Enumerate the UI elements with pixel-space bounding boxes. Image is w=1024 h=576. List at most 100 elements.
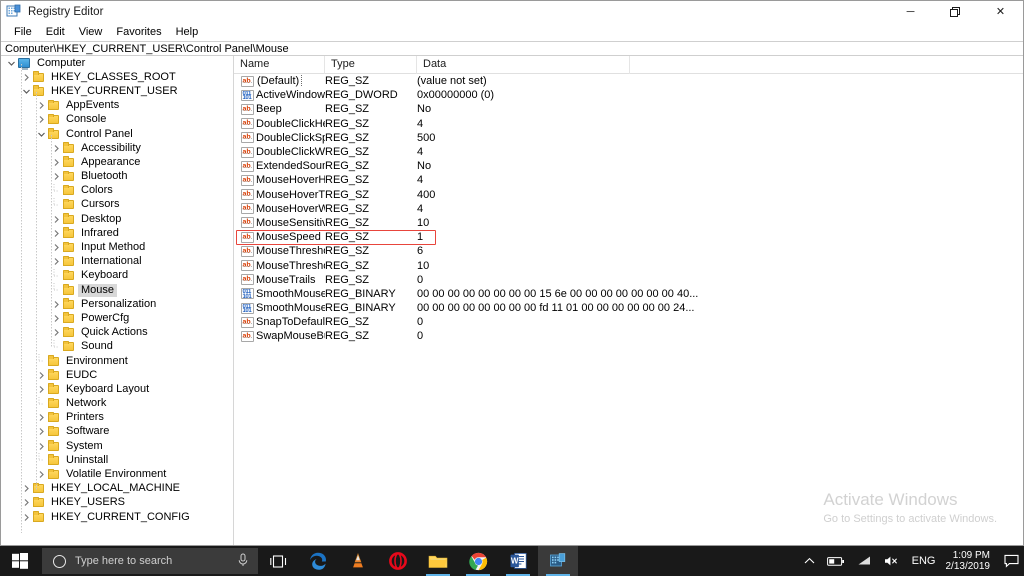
value-name: ActiveWindowTr... <box>256 89 325 102</box>
string-value-icon: ab <box>240 75 254 87</box>
menu-file[interactable]: File <box>7 25 39 39</box>
registry-values-pane[interactable]: Name Type Data ab (Default) REG_SZ (value n… <box>234 56 1023 545</box>
string-value-icon: ab <box>240 189 254 201</box>
registry-value-row[interactable]: abDoubleClickHei...REG_SZ 4 <box>234 117 1023 131</box>
window-controls: ─ ✕ <box>888 1 1023 23</box>
close-button[interactable]: ✕ <box>978 1 1023 23</box>
system-tray: ENG 1:09 PM 2/13/2019 <box>798 546 1024 576</box>
folder-icon <box>48 440 59 451</box>
value-data: 10 <box>417 259 430 272</box>
cortana-circle-icon <box>53 554 66 568</box>
wifi-icon[interactable] <box>851 555 878 567</box>
binary-value-icon <box>240 89 254 101</box>
value-name: MouseThreshold1 <box>256 245 325 258</box>
registry-editor-icon <box>6 4 22 20</box>
string-value-icon: ab <box>240 245 254 257</box>
column-header-name[interactable]: Name <box>234 56 325 74</box>
value-type: REG_BINARY <box>325 302 396 315</box>
registry-value-row[interactable]: ab (Default) REG_SZ (value not set) <box>234 74 1023 88</box>
registry-value-row[interactable]: ab MouseSpeed REG_SZ 1 <box>234 230 1023 244</box>
microsoft-word-icon[interactable]: W <box>498 546 538 576</box>
value-type: REG_SZ <box>325 103 370 116</box>
registry-value-row[interactable]: abMouseHoverWi...REG_SZ 4 <box>234 202 1023 216</box>
search-input[interactable]: Type here to search <box>42 548 258 574</box>
registry-value-row[interactable]: ab MouseTrails REG_SZ 0 <box>234 273 1023 287</box>
folder-icon <box>63 184 74 196</box>
value-data: 4 <box>417 202 424 215</box>
registry-value-row[interactable]: abMouseThreshold2REG_SZ 10 <box>234 258 1023 272</box>
column-header-type[interactable]: Type <box>325 56 417 74</box>
microsoft-edge-icon[interactable] <box>298 546 338 576</box>
opera-browser-icon[interactable] <box>378 546 418 576</box>
string-value-icon: ab <box>240 160 254 172</box>
value-name: SmoothMouseY... <box>256 302 325 315</box>
menu-view[interactable]: View <box>72 25 110 39</box>
tree-item-hkey-classes-root[interactable]: HKEY_CLASSES_ROOT <box>1 70 233 84</box>
windows-taskbar: Type here to search W ENG 1:09 PM 2/13/2… <box>0 546 1024 576</box>
windows-start-icon[interactable] <box>0 546 40 576</box>
value-data: 00 00 00 00 00 00 00 00 fd 11 01 00 00 0… <box>417 302 695 315</box>
registry-value-row[interactable]: ActiveWindowTr...REG_DWORD 0x00000000 (0) <box>234 88 1023 102</box>
folder-icon <box>63 170 74 182</box>
registry-value-row[interactable]: abSwapMouseButt...REG_SZ 0 <box>234 329 1023 343</box>
tree-item-label: Control Panel <box>66 127 133 140</box>
language-indicator[interactable]: ENG <box>906 555 942 567</box>
registry-value-row[interactable]: abMouseSensitivityREG_SZ 10 <box>234 216 1023 230</box>
google-chrome-icon[interactable] <box>458 546 498 576</box>
tree-item-label: Desktop <box>81 212 122 225</box>
vlc-media-player-icon[interactable] <box>338 546 378 576</box>
chevron-down-icon[interactable] <box>5 59 18 68</box>
tree-item-hkey-current-config[interactable]: HKEY_CURRENT_CONFIG <box>1 510 233 524</box>
value-data: No <box>417 103 432 116</box>
window-title: Registry Editor <box>28 6 104 18</box>
registry-value-row[interactable]: SmoothMouseY...REG_BINARY 00 00 00 00 00 … <box>234 301 1023 315</box>
tree-item-label: HKEY_USERS <box>51 496 125 509</box>
string-value-icon: ab <box>240 260 254 272</box>
folder-icon <box>48 411 59 423</box>
value-name: DoubleClickSpeed <box>256 131 325 144</box>
column-header-data[interactable]: Data <box>417 56 630 74</box>
tree-item-label: Sound <box>81 340 113 353</box>
registry-value-row[interactable]: abMouseHoverHei...REG_SZ 4 <box>234 173 1023 187</box>
folder-icon <box>63 255 74 267</box>
speaker-muted-icon[interactable] <box>878 555 906 567</box>
microphone-icon[interactable] <box>237 553 249 570</box>
registry-value-row[interactable]: abExtendedSoundsREG_SZ No <box>234 159 1023 173</box>
value-name: MouseTrails <box>256 273 316 286</box>
registry-value-row[interactable]: ab Beep REG_SZ No <box>234 102 1023 116</box>
tree-item-label: Appearance <box>81 155 141 168</box>
menu-favorites[interactable]: Favorites <box>109 25 168 39</box>
notification-icon[interactable] <box>998 546 1024 576</box>
tree-item-label: Environment <box>66 354 128 367</box>
folder-icon <box>48 369 59 380</box>
minimize-button[interactable]: ─ <box>888 1 933 23</box>
maximize-restore-button[interactable] <box>933 1 978 23</box>
activate-windows-watermark: Activate Windows Go to Settings to activ… <box>823 489 997 527</box>
tree-item-hkey-users[interactable]: HKEY_USERS <box>1 496 233 510</box>
address-bar[interactable]: Computer\HKEY_CURRENT_USER\Control Panel… <box>1 41 1023 56</box>
folder-icon <box>63 298 74 309</box>
registry-value-row[interactable]: abMouseThreshold1REG_SZ 6 <box>234 244 1023 258</box>
registry-value-row[interactable]: SmoothMouseX...REG_BINARY 00 00 00 00 00 … <box>234 287 1023 301</box>
tree-item-label: Software <box>66 425 110 438</box>
folder-icon <box>33 71 44 82</box>
file-explorer-icon[interactable] <box>418 546 458 576</box>
registry-editor-icon[interactable] <box>538 546 578 576</box>
clock[interactable]: 1:09 PM 2/13/2019 <box>942 550 999 572</box>
menu-edit[interactable]: Edit <box>39 25 72 39</box>
menu-help[interactable]: Help <box>169 25 206 39</box>
registry-value-row[interactable]: abDoubleClickSpeedREG_SZ 500 <box>234 131 1023 145</box>
tree-item-computer[interactable]: Computer <box>1 56 233 70</box>
registry-tree-pane[interactable]: Computer HKEY_CLASSES_ROOT HKEY_CURRENT_US… <box>1 56 234 545</box>
tree-guide-line <box>51 135 52 348</box>
registry-value-row[interactable]: abMouseHoverTimeREG_SZ 400 <box>234 188 1023 202</box>
tree-item-label: PowerCfg <box>81 311 130 324</box>
chevron-up-icon[interactable] <box>798 557 821 565</box>
value-type: REG_SZ <box>325 273 370 286</box>
battery-icon[interactable] <box>821 556 851 567</box>
value-type: REG_SZ <box>325 259 370 272</box>
registry-value-row[interactable]: abSnapToDefaultB...REG_SZ 0 <box>234 315 1023 329</box>
registry-value-row[interactable]: abDoubleClickWidthREG_SZ 4 <box>234 145 1023 159</box>
task-view-icon[interactable] <box>258 546 298 576</box>
value-name: MouseHoverHei... <box>256 174 325 187</box>
